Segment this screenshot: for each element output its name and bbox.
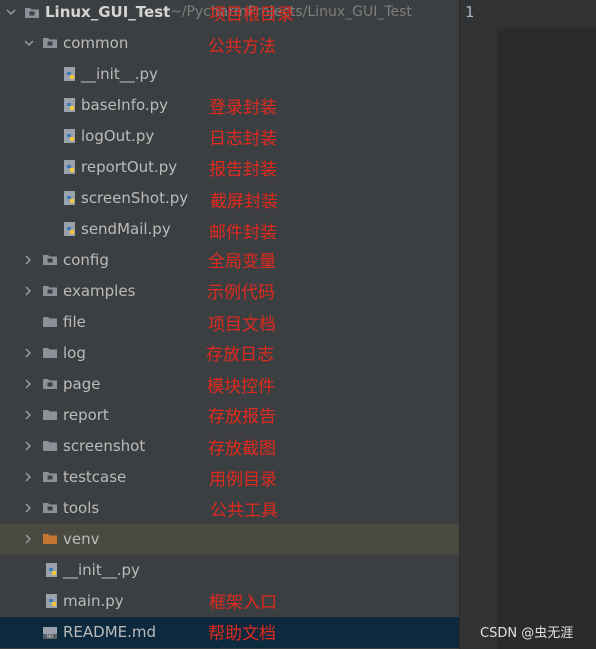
tree-label: baseInfo.py [81, 96, 169, 114]
chevron-right-icon[interactable] [23, 503, 33, 513]
python-file-icon [44, 593, 60, 609]
annotation-page: 模块控件 [207, 377, 275, 397]
tree-label: file [63, 313, 86, 331]
annotation-root: 项目根目录 [209, 5, 294, 25]
svg-text:MD: MD [47, 634, 54, 639]
tree-row-sendmail[interactable]: sendMail.py 邮件封装 [0, 214, 459, 245]
tree-row-screenshot-folder[interactable]: screenshot 存放截图 [0, 431, 459, 462]
annotation-common: 公共方法 [208, 37, 276, 57]
tree-label: __init__.py [81, 65, 158, 83]
annotation-readme: 帮助文档 [208, 624, 276, 644]
tree-label: sendMail.py [81, 220, 171, 238]
tree-row-screenshot-py[interactable]: screenShot.py 截屏封装 [0, 183, 459, 214]
tree-label: README.md [63, 623, 157, 641]
annotation-tools: 公共工具 [210, 501, 278, 521]
package-folder-icon [42, 283, 58, 299]
chevron-down-icon[interactable] [6, 7, 16, 17]
annotation-logout: 日志封装 [209, 129, 277, 149]
annotation-examples: 示例代码 [207, 283, 275, 303]
folder-icon [24, 5, 40, 21]
python-file-icon [62, 128, 78, 144]
chevron-right-icon[interactable] [23, 348, 33, 358]
folder-icon [42, 438, 58, 454]
package-folder-icon [42, 500, 58, 516]
tree-label: screenshot [63, 437, 146, 455]
python-file-icon [62, 97, 78, 113]
tree-label: log [63, 344, 86, 362]
tree-label: venv [63, 530, 100, 548]
tree-row-main[interactable]: main.py 框架入口 [0, 586, 459, 617]
tree-label: testcase [63, 468, 127, 486]
current-line-highlight [497, 0, 596, 28]
chevron-right-icon[interactable] [23, 441, 33, 451]
tree-label: examples [63, 282, 136, 300]
annotation-file: 项目文档 [208, 315, 276, 335]
tree-label: __init__.py [63, 561, 140, 579]
annotation-config: 全局变量 [208, 252, 276, 272]
annotation-testcase: 用例目录 [209, 470, 277, 490]
tree-row-baseinfo[interactable]: baseInfo.py 登录封装 [0, 90, 459, 121]
tree-label: main.py [63, 592, 124, 610]
annotation-reportout: 报告封装 [209, 160, 277, 180]
tree-row-root[interactable]: Linux_GUI_Test ~/PycharmProjects/Linux_G… [0, 0, 459, 28]
chevron-right-icon[interactable] [23, 255, 33, 265]
annotation-log: 存放日志 [206, 345, 274, 365]
python-file-icon [62, 190, 78, 206]
python-file-icon [62, 66, 78, 82]
tree-label: page [63, 375, 101, 393]
package-folder-icon [42, 35, 58, 51]
line-number: 1 [465, 3, 475, 21]
chevron-down-icon[interactable] [24, 38, 34, 48]
watermark: CSDN @虫无涯 [480, 626, 574, 641]
folder-icon [42, 345, 58, 361]
tree-row-examples[interactable]: examples 示例代码 [0, 276, 459, 307]
package-folder-icon [42, 469, 58, 485]
tree-row-report[interactable]: report 存放报告 [0, 400, 459, 431]
tree-row-logout[interactable]: logOut.py 日志封装 [0, 121, 459, 152]
python-file-icon [44, 562, 60, 578]
chevron-right-icon[interactable] [23, 534, 33, 544]
folder-icon [42, 407, 58, 423]
tree-row-reportout[interactable]: reportOut.py 报告封装 [0, 152, 459, 183]
tree-row-venv[interactable]: venv [0, 524, 459, 555]
tree-label: tools [63, 499, 100, 517]
chevron-right-icon[interactable] [23, 472, 33, 482]
markdown-file-icon: MD [42, 625, 58, 641]
annotation-screenshot-folder: 存放截图 [208, 439, 276, 459]
tree-label: logOut.py [81, 127, 155, 145]
annotation-main: 框架入口 [209, 593, 277, 613]
tree-row-log[interactable]: log 存放日志 [0, 338, 459, 369]
tree-label: screenShot.py [81, 189, 189, 207]
tree-label: report [63, 406, 109, 424]
tree-label: config [63, 251, 109, 269]
chevron-right-icon[interactable] [23, 410, 33, 420]
chevron-right-icon[interactable] [23, 379, 33, 389]
tree-row-file[interactable]: file 项目文档 [0, 307, 459, 338]
tree-row-common[interactable]: common 公共方法 [0, 28, 459, 59]
tree-label: common [63, 34, 129, 52]
tree-row-init-root[interactable]: __init__.py [0, 555, 459, 586]
tree-row-init-common[interactable]: __init__.py [0, 59, 459, 90]
python-file-icon [62, 159, 78, 175]
annotation-baseinfo: 登录封装 [209, 98, 277, 118]
tree-row-tools[interactable]: tools 公共工具 [0, 493, 459, 524]
editor-area[interactable] [497, 0, 596, 649]
project-name: Linux_GUI_Test [45, 3, 171, 21]
package-folder-icon [42, 376, 58, 392]
folder-icon [42, 314, 58, 330]
chevron-right-icon[interactable] [23, 286, 33, 296]
package-folder-icon [42, 252, 58, 268]
editor-gutter [460, 0, 497, 649]
tree-row-readme[interactable]: MD README.md 帮助文档 [0, 617, 459, 648]
python-file-icon [62, 221, 78, 237]
project-tree-panel: Linux_GUI_Test ~/PycharmProjects/Linux_G… [0, 0, 459, 649]
excluded-folder-icon [42, 531, 58, 547]
annotation-sendmail: 邮件封装 [209, 223, 277, 243]
tree-row-page[interactable]: page 模块控件 [0, 369, 459, 400]
annotation-report: 存放报告 [208, 407, 276, 427]
tree-label: reportOut.py [81, 158, 178, 176]
annotation-screenshot-py: 截屏封装 [210, 192, 278, 212]
tree-row-config[interactable]: config 全局变量 [0, 245, 459, 276]
tree-row-testcase[interactable]: testcase 用例目录 [0, 462, 459, 493]
